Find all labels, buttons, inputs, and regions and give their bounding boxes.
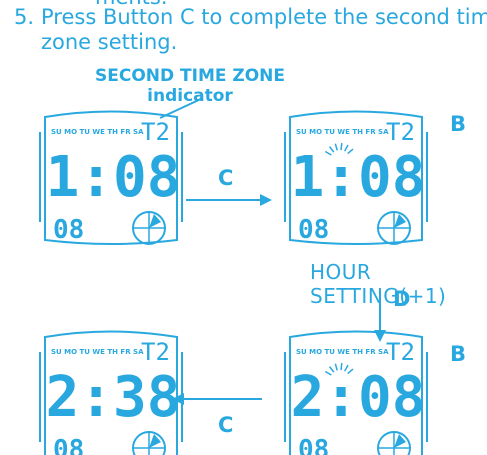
button-d-label: D <box>393 287 411 311</box>
date-display: 08 <box>53 215 84 245</box>
time-zone-indicator: T2 <box>386 338 415 366</box>
watch-diagram: SU MO TU WE TH FR SAT21:0808SU MO TU WE … <box>39 97 428 455</box>
flash-indicator-tick <box>340 363 343 371</box>
flash-indicator-tick <box>340 143 343 151</box>
date-display: 08 <box>298 435 329 455</box>
button-c-label-top: C <box>218 166 234 190</box>
button-b-label-bottom: B <box>450 342 467 366</box>
date-display: 08 <box>53 435 84 455</box>
time-zone-indicator: T2 <box>386 118 415 146</box>
date-display: 08 <box>298 215 329 245</box>
watch-face: SU MO TU WE TH FR SAT21:08 08 <box>39 110 183 245</box>
weekday-row: SU MO TU WE TH FR SA <box>296 128 389 136</box>
time-display: 1:08 <box>291 145 426 210</box>
watch-face: SU MO TU WE TH FR SAT21:08 08 <box>284 110 428 245</box>
weekday-row: SU MO TU WE TH FR SA <box>296 348 389 356</box>
button-c-label-bottom: C <box>218 413 234 437</box>
time-display: 2:08 <box>291 365 426 430</box>
time-zone-indicator: T2 <box>141 338 170 366</box>
watch-face: SU MO TU WE TH FR SAT22:38 08 <box>39 330 183 455</box>
button-b-label-top: B <box>450 112 467 136</box>
weekday-row: SU MO TU WE TH FR SA <box>51 348 144 356</box>
time-zone-indicator: T2 <box>141 118 170 146</box>
watch-face: SU MO TU WE TH FR SAT22:08 08 <box>284 330 428 455</box>
weekday-row: SU MO TU WE TH FR SA <box>51 128 144 136</box>
time-display: 1:08 <box>46 145 181 210</box>
time-display: 2:38 <box>46 365 181 430</box>
arrowhead-c-top <box>260 194 272 206</box>
